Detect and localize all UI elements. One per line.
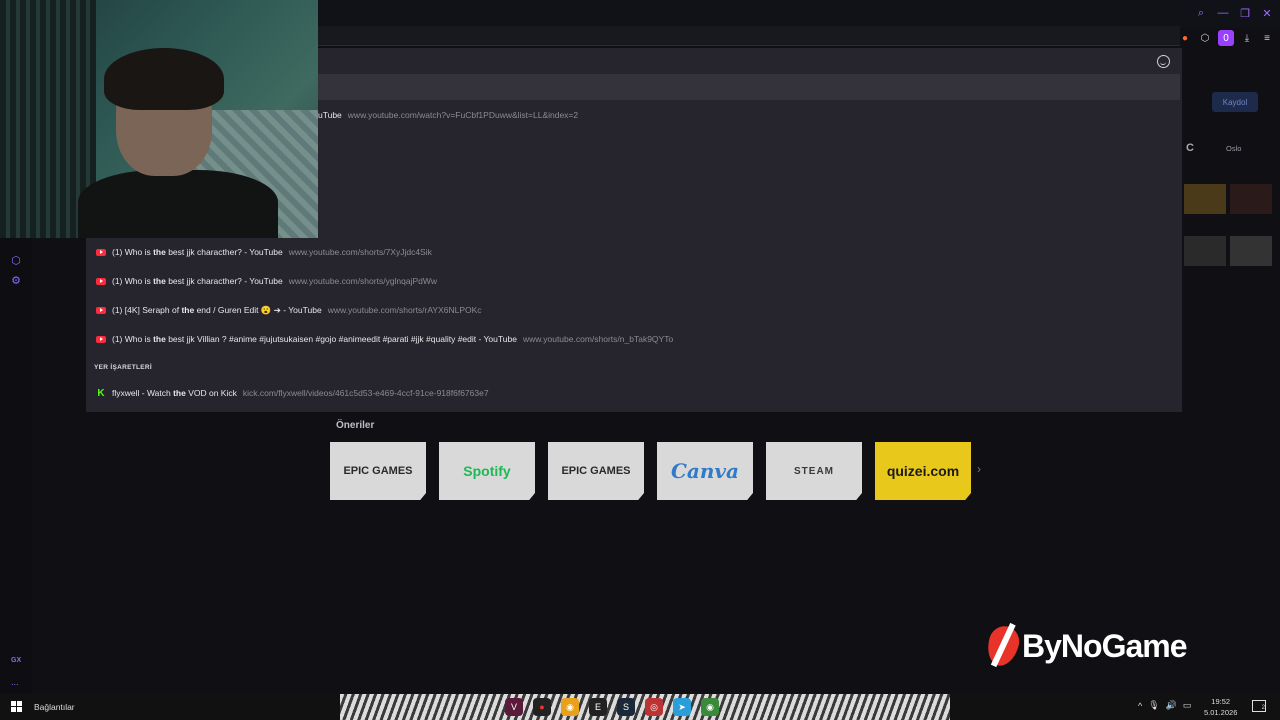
speed-dial-tile-quizei[interactable]: quizei.com [875, 442, 971, 500]
youtube-icon [96, 277, 106, 285]
background-letter: C [1186, 142, 1194, 154]
chrome-icon[interactable]: ◉ [561, 698, 579, 716]
suggestion-search-row[interactable] [318, 48, 1182, 74]
notification-icon[interactable]: 2 [1252, 700, 1266, 712]
app-icon[interactable]: ◎ [645, 698, 663, 716]
search-icon[interactable]: ⌕ [1194, 6, 1208, 20]
thumbnail-image[interactable] [1230, 184, 1272, 214]
history-item-url: www.youtube.com/shorts/rAYX6NLPOKc [327, 305, 482, 315]
history-item-url: www.youtube.com/shorts/7XyJjdc4Sik [288, 247, 432, 257]
telegram-icon[interactable]: ➤ [673, 698, 691, 716]
chrome-icon[interactable]: ◉ [701, 698, 719, 716]
bookmarks-section-label: YER İŞARETLERİ [94, 364, 153, 371]
history-item-url: www.youtube.com/shorts/yglnqajPdWw [288, 276, 438, 286]
top-suggestion-title: uTube [318, 110, 342, 120]
history-item-url: www.youtube.com/shorts/n_bTak9QYTo [522, 334, 674, 344]
steam-icon[interactable]: S [617, 698, 635, 716]
opera-gx-icon[interactable]: ● [533, 698, 551, 716]
app-icon[interactable]: V [505, 698, 523, 716]
taskbar-links-label[interactable]: Bağlantılar [34, 702, 75, 712]
taskbar-apps: V ● ◉ E S ◎ ➤ ◉ [505, 698, 719, 716]
speed-dial-tile-spotify[interactable]: Spotify [439, 442, 535, 500]
bookmark-item-url: kick.com/flyxwell/videos/461c5d53-e469-4… [242, 388, 489, 398]
sidebar-more-icon[interactable]: ... [11, 677, 19, 687]
thumbnail-image[interactable] [1184, 184, 1226, 214]
weather-city: Oslo [1226, 144, 1242, 153]
sidebar-settings-icon[interactable]: ⚙ [10, 274, 22, 287]
webcam-overlay [0, 0, 318, 238]
history-item-title: (1) Who is the best jjk characther? - Yo… [112, 247, 283, 257]
kick-icon: K [96, 387, 106, 399]
sidebar: ⬡ ⚙ [0, 238, 32, 694]
thumbnail-image[interactable] [1184, 236, 1226, 266]
person-body [78, 170, 278, 238]
youtube-icon [96, 306, 106, 314]
bynogame-mark-icon [983, 622, 1023, 670]
download-icon[interactable]: ⤓ [1240, 31, 1254, 45]
speed-dial-tile-canva[interactable]: Canva [657, 442, 753, 500]
sidebar-extensions-icon[interactable]: ⬡ [10, 254, 22, 267]
puzzle-icon[interactable]: ⬡ [1198, 31, 1212, 45]
clock-time: 19:52 [1211, 697, 1231, 706]
extensions-bar: ● ⬡ 0 ⤓ ≡ [1178, 30, 1274, 46]
history-item[interactable]: (1) [4K] Seraph of the end / Guren Edit … [96, 300, 482, 320]
bookmark-item[interactable]: K flyxwell - Watch the VOD on Kick kick.… [96, 383, 489, 403]
top-suggestion-url: www.youtube.com/watch?v=FuCbf1PDuww&list… [347, 110, 579, 120]
bynogame-wordmark: ByNoGame [1022, 627, 1187, 664]
youtube-icon [96, 248, 106, 256]
history-item[interactable]: (1) Who is the best jjk characther? - Yo… [96, 242, 432, 262]
signup-button[interactable]: Kaydol [1212, 92, 1258, 112]
windows-start-icon[interactable] [11, 701, 22, 712]
person-hair [104, 48, 224, 110]
chevron-right-icon[interactable]: › [977, 462, 981, 476]
history-item-title: (1) Who is the best jjk Villian ? #anime… [112, 334, 517, 344]
epic-games-icon[interactable]: E [589, 698, 607, 716]
clock-date: 5.01.2026 [1204, 708, 1238, 717]
restore-icon[interactable]: ❐ [1238, 6, 1252, 20]
history-item-title: (1) Who is the best jjk characther? - Yo… [112, 276, 283, 286]
speed-dial-tile-epic-games[interactable]: EPIC GAMES [548, 442, 644, 500]
bookmark-item-title: flyxwell - Watch the VOD on Kick [112, 388, 237, 398]
microphone-icon[interactable]: 🎙 [1148, 700, 1159, 711]
address-bar[interactable] [318, 26, 1180, 46]
gx-label: GX [11, 657, 22, 664]
close-icon[interactable]: ✕ [1260, 6, 1274, 20]
emoji-icon[interactable] [1157, 55, 1170, 68]
history-item[interactable]: (1) Who is the best jjk Villian ? #anime… [96, 329, 673, 349]
top-suggestion[interactable]: uTube www.youtube.com/watch?v=FuCbf1PDuw… [318, 110, 578, 120]
taskbar-clock[interactable]: 19:52 5.01.2026 [1204, 696, 1237, 718]
youtube-icon [96, 335, 106, 343]
highlighted-suggestion[interactable] [318, 74, 1180, 100]
menu-icon[interactable]: ≡ [1260, 31, 1274, 45]
history-item-title: (1) [4K] Seraph of the end / Guren Edit … [112, 304, 322, 315]
thumbnail-image[interactable] [1230, 236, 1272, 266]
speed-dial-tile-steam[interactable]: STEAM [766, 442, 862, 500]
bynogame-logo: ByNoGame [983, 622, 1187, 670]
window-controls: ⌕ — ❐ ✕ [1194, 6, 1274, 20]
volume-icon[interactable]: 🔊 [1166, 700, 1177, 711]
history-item[interactable]: (1) Who is the best jjk characther? - Yo… [96, 271, 437, 291]
suggestions-heading: Öneriler [336, 420, 375, 431]
extension-icon[interactable]: ● [1178, 31, 1192, 45]
chevron-up-icon[interactable]: ^ [1138, 701, 1142, 711]
minimize-icon[interactable]: — [1216, 6, 1230, 20]
speed-dial: EPIC GAMES Spotify EPIC GAMES Canva STEA… [330, 442, 971, 500]
speed-dial-tile-epic-games[interactable]: EPIC GAMES [330, 442, 426, 500]
system-tray: ^ 🎙 🔊 ▭ [1138, 700, 1191, 711]
profile-badge[interactable]: 0 [1218, 30, 1234, 46]
network-icon[interactable]: ▭ [1183, 700, 1192, 711]
